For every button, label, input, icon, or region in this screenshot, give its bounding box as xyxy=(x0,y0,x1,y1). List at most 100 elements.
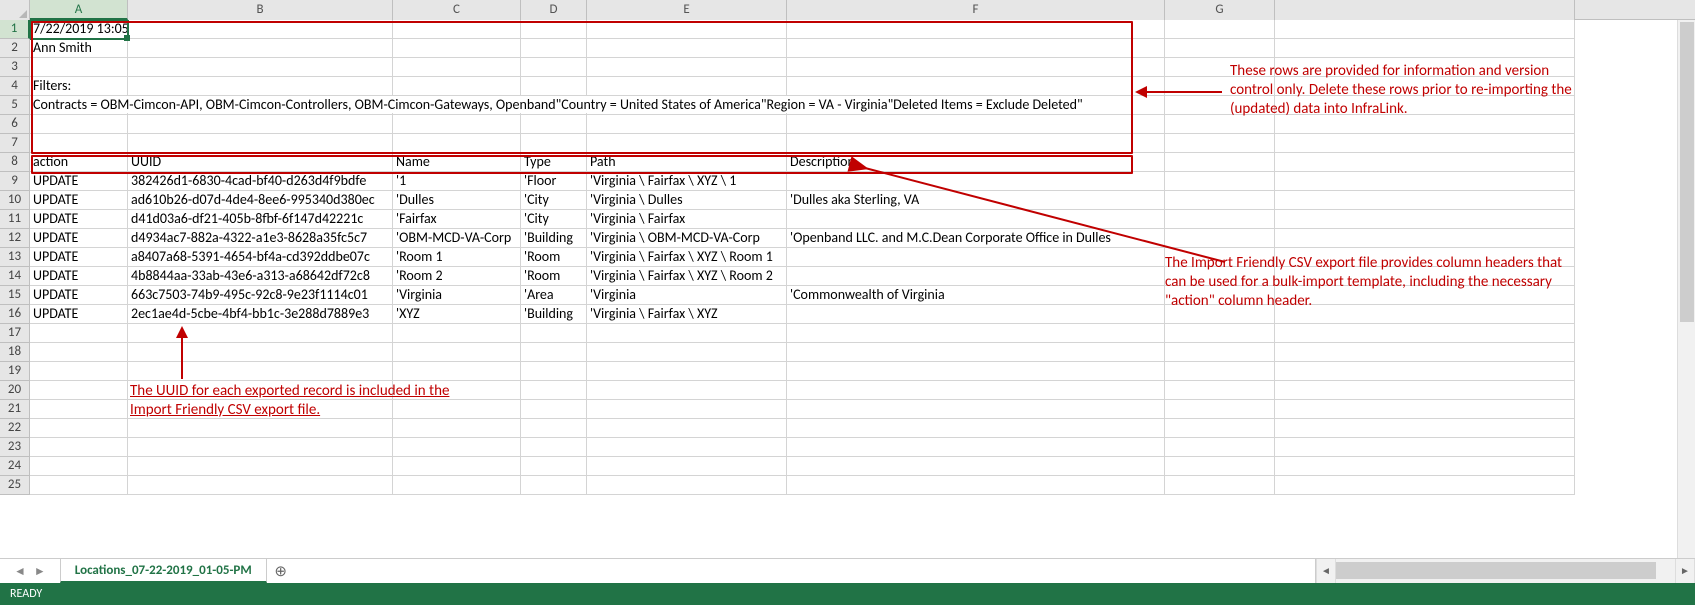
cell-B13[interactable]: a8407a68-5391-4654-bf4a-cd392ddbe07c xyxy=(128,248,393,267)
cell-A20[interactable] xyxy=(30,381,128,400)
tab-nav-buttons[interactable]: ◄ ► xyxy=(0,559,60,583)
tab-nav-next-icon[interactable]: ► xyxy=(34,564,46,579)
cell-G3[interactable] xyxy=(1165,58,1275,77)
cell-B17[interactable] xyxy=(128,324,393,343)
cell-F22[interactable] xyxy=(787,419,1165,438)
horizontal-scroll-track[interactable] xyxy=(1336,559,1675,583)
cell-G5[interactable] xyxy=(1165,96,1275,115)
cell-C8[interactable]: Name xyxy=(393,153,521,172)
cell-rest[interactable] xyxy=(1275,286,1575,305)
cell-G15[interactable] xyxy=(1165,286,1275,305)
cell-A22[interactable] xyxy=(30,419,128,438)
cell-A1[interactable]: 7/22/2019 13:05 xyxy=(30,20,128,39)
cell-B16[interactable]: 2ec1ae4d-5cbe-4bf4-bb1c-3e288d7889e3 xyxy=(128,305,393,324)
cell-A2[interactable]: Ann Smith xyxy=(30,39,128,58)
cell-B3[interactable] xyxy=(128,58,393,77)
cell-F13[interactable] xyxy=(787,248,1165,267)
cell-E13[interactable]: 'Virginia \ Fairfax \ XYZ \ Room 1 xyxy=(587,248,787,267)
cell-B20[interactable] xyxy=(128,381,393,400)
cell-F23[interactable] xyxy=(787,438,1165,457)
cell-A5[interactable]: Contracts = OBM-Cimcon-API, OBM-Cimcon-C… xyxy=(30,96,128,115)
row-header[interactable]: 24 xyxy=(0,457,30,476)
cell-B23[interactable] xyxy=(128,438,393,457)
cell-C15[interactable]: 'Virginia xyxy=(393,286,521,305)
vertical-scrollbar[interactable] xyxy=(1677,20,1695,558)
cell-B10[interactable]: ad610b26-d07d-4de4-8ee6-995340d380ec xyxy=(128,191,393,210)
cell-F18[interactable] xyxy=(787,343,1165,362)
tab-nav-prev-icon[interactable]: ◄ xyxy=(14,564,26,579)
cell-F12[interactable]: 'Openband LLC. and M.C.Dean Corporate Of… xyxy=(787,229,1165,248)
scroll-right-icon[interactable]: ► xyxy=(1675,559,1695,583)
cell-rest[interactable] xyxy=(1275,267,1575,286)
cell-G20[interactable] xyxy=(1165,381,1275,400)
cell-A16[interactable]: UPDATE xyxy=(30,305,128,324)
cell-F17[interactable] xyxy=(787,324,1165,343)
cell-F21[interactable] xyxy=(787,400,1165,419)
cell-F2[interactable] xyxy=(787,39,1165,58)
cell-C9[interactable]: '1 xyxy=(393,172,521,191)
row-header[interactable]: 25 xyxy=(0,476,30,495)
row-header[interactable]: 1 xyxy=(0,20,30,39)
cell-C12[interactable]: 'OBM-MCD-VA-Corp xyxy=(393,229,521,248)
cell-rest[interactable] xyxy=(1275,134,1575,153)
sheet-tab-active[interactable]: Locations_07-22-2019_01-05-PM xyxy=(60,559,267,583)
cell-F15[interactable]: 'Commonwealth of Virginia xyxy=(787,286,1165,305)
cell-C21[interactable] xyxy=(393,400,521,419)
horizontal-scrollbar[interactable]: ◄ ► xyxy=(1315,559,1695,583)
cell-E25[interactable] xyxy=(587,476,787,495)
row-header[interactable]: 6 xyxy=(0,115,30,134)
cell-C18[interactable] xyxy=(393,343,521,362)
cell-rest[interactable] xyxy=(1275,381,1575,400)
cell-rest[interactable] xyxy=(1275,172,1575,191)
cell-A23[interactable] xyxy=(30,438,128,457)
cell-A15[interactable]: UPDATE xyxy=(30,286,128,305)
cell-D23[interactable] xyxy=(521,438,587,457)
cell-E1[interactable] xyxy=(587,20,787,39)
col-header-G[interactable]: G xyxy=(1165,0,1275,20)
cell-F3[interactable] xyxy=(787,58,1165,77)
cell-G24[interactable] xyxy=(1165,457,1275,476)
cell-G4[interactable] xyxy=(1165,77,1275,96)
row-header[interactable]: 11 xyxy=(0,210,30,229)
cell-D13[interactable]: 'Room xyxy=(521,248,587,267)
cell-G7[interactable] xyxy=(1165,134,1275,153)
cell-rest[interactable] xyxy=(1275,210,1575,229)
cell-B6[interactable] xyxy=(128,115,393,134)
cell-G21[interactable] xyxy=(1165,400,1275,419)
col-header-B[interactable]: B xyxy=(128,0,393,20)
cell-rest[interactable] xyxy=(1275,153,1575,172)
cell-E2[interactable] xyxy=(587,39,787,58)
cell-A21[interactable] xyxy=(30,400,128,419)
cell-C7[interactable] xyxy=(393,134,521,153)
cell-C11[interactable]: 'Fairfax xyxy=(393,210,521,229)
cell-F14[interactable] xyxy=(787,267,1165,286)
cell-A9[interactable]: UPDATE xyxy=(30,172,128,191)
cell-E7[interactable] xyxy=(587,134,787,153)
cell-F8[interactable]: Description xyxy=(787,153,1165,172)
cell-F25[interactable] xyxy=(787,476,1165,495)
cell-E14[interactable]: 'Virginia \ Fairfax \ XYZ \ Room 2 xyxy=(587,267,787,286)
row-header[interactable]: 12 xyxy=(0,229,30,248)
row-header[interactable]: 15 xyxy=(0,286,30,305)
cell-D12[interactable]: 'Building xyxy=(521,229,587,248)
cell-F20[interactable] xyxy=(787,381,1165,400)
cell-B19[interactable] xyxy=(128,362,393,381)
cell-C25[interactable] xyxy=(393,476,521,495)
cell-B7[interactable] xyxy=(128,134,393,153)
horizontal-scroll-thumb[interactable] xyxy=(1336,562,1656,579)
row-header[interactable]: 8 xyxy=(0,153,30,172)
cell-B8[interactable]: UUID xyxy=(128,153,393,172)
cell-D1[interactable] xyxy=(521,20,587,39)
cell-A7[interactable] xyxy=(30,134,128,153)
cell-E12[interactable]: 'Virginia \ OBM-MCD-VA-Corp xyxy=(587,229,787,248)
col-header-D[interactable]: D xyxy=(521,0,587,20)
col-header-C[interactable]: C xyxy=(393,0,521,20)
row-header[interactable]: 23 xyxy=(0,438,30,457)
cell-D21[interactable] xyxy=(521,400,587,419)
cell-E24[interactable] xyxy=(587,457,787,476)
row-header[interactable]: 4 xyxy=(0,77,30,96)
cell-D25[interactable] xyxy=(521,476,587,495)
cell-rest[interactable] xyxy=(1275,39,1575,58)
cell-C2[interactable] xyxy=(393,39,521,58)
cell-F6[interactable] xyxy=(787,115,1165,134)
